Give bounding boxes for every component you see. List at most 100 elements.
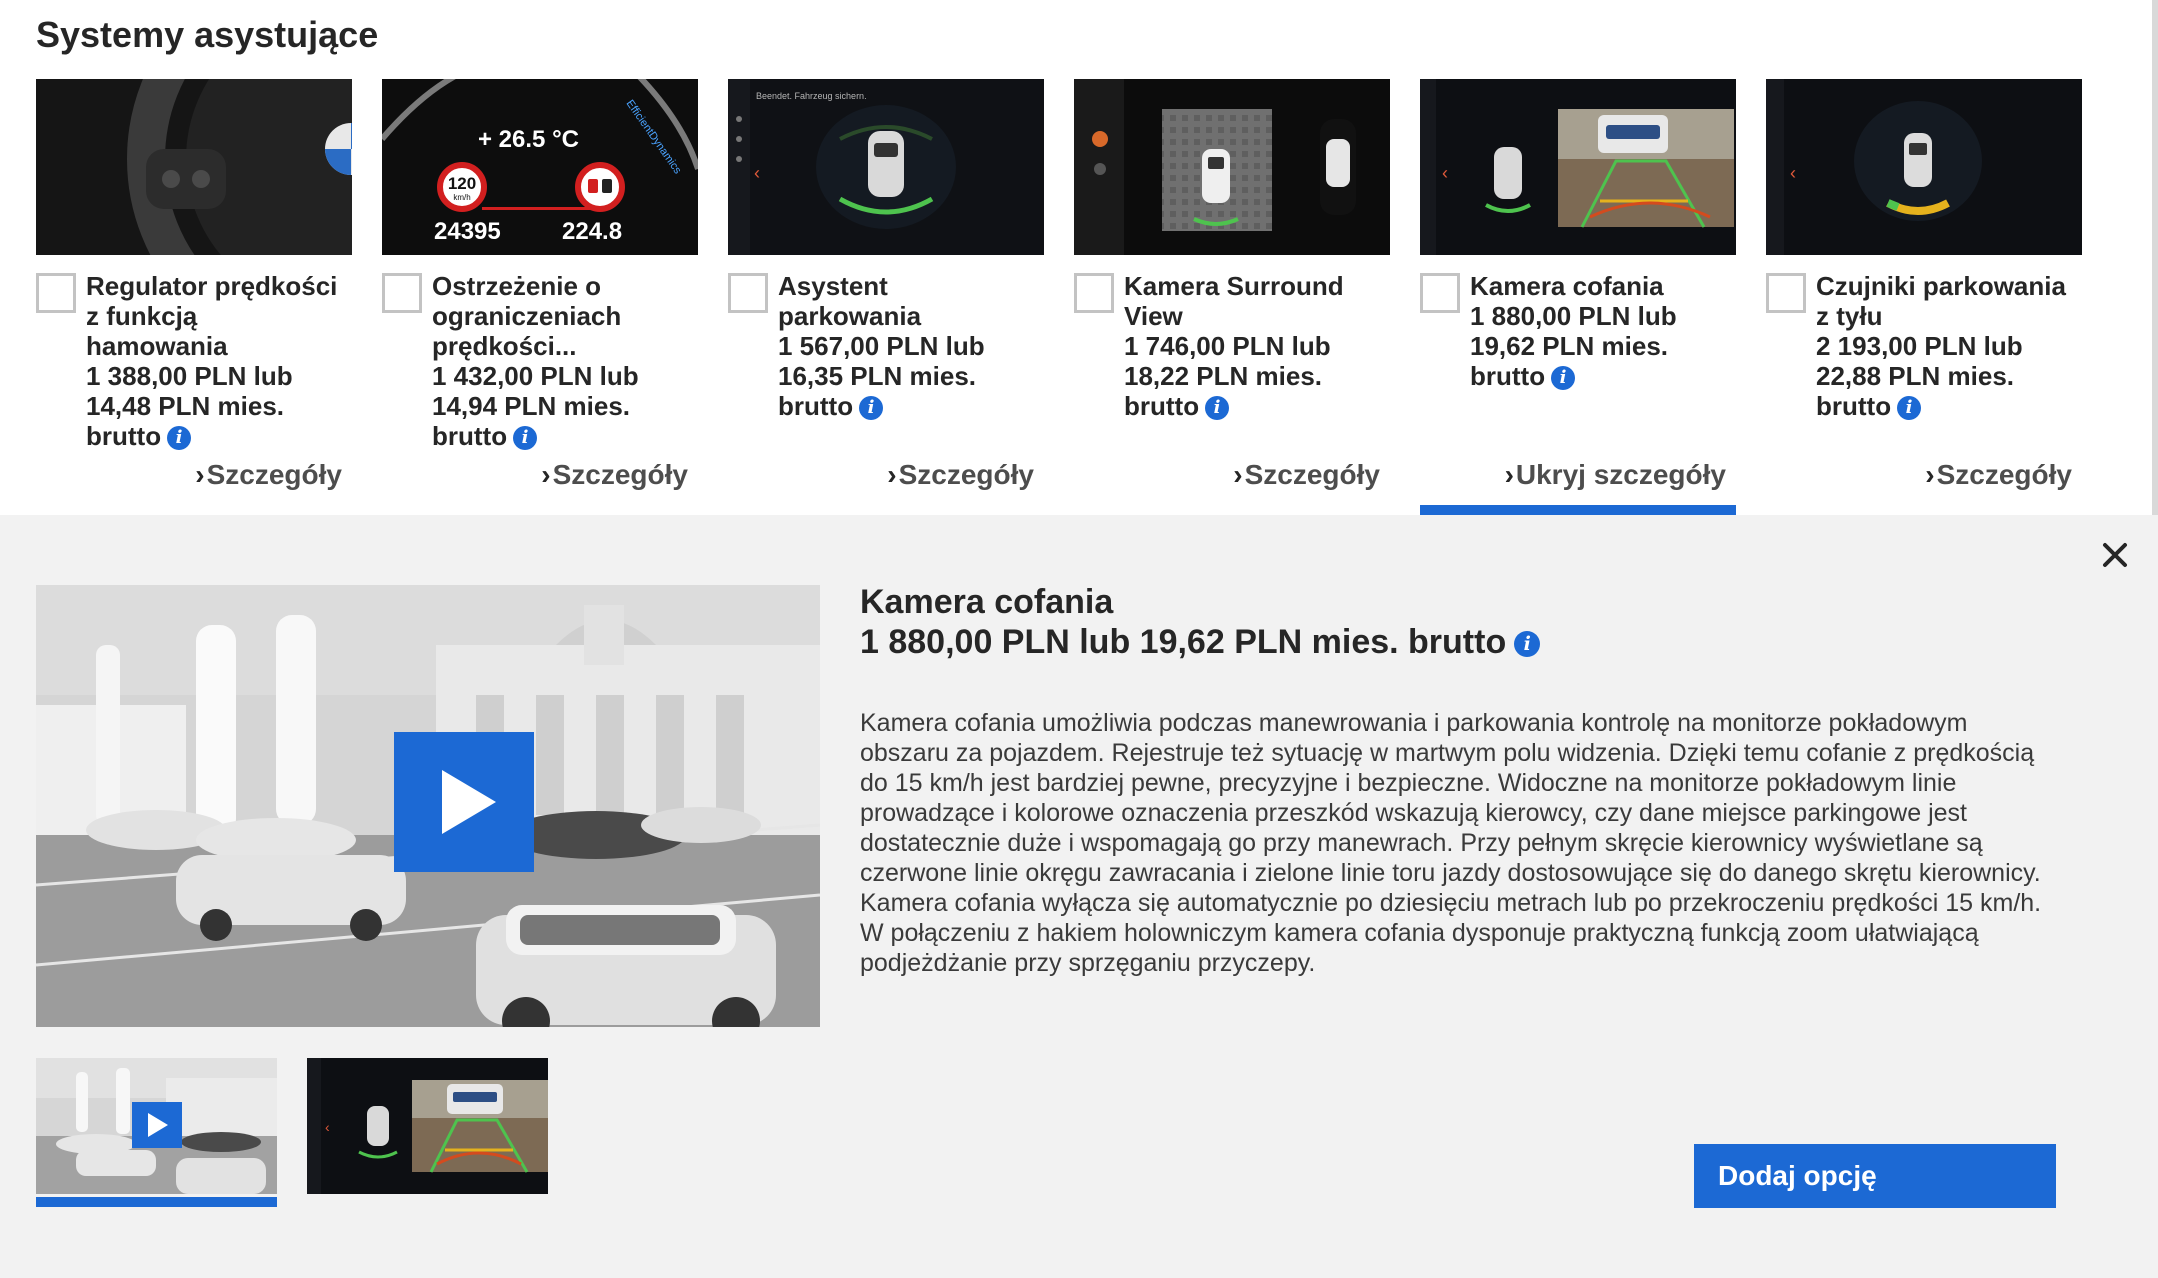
hide-details-link[interactable]: ›Ukryj szczegóły — [1505, 459, 1726, 491]
info-icon[interactable]: i — [1551, 366, 1576, 391]
option-text: Czujniki parkowania z tyłu 2 193,00 PLN … — [1816, 271, 2082, 421]
option-checkbox[interactable] — [1766, 273, 1806, 313]
option-thumbnail[interactable]: ‹ — [1766, 79, 2082, 255]
option-name: Regulator prędkości — [86, 271, 338, 301]
option-thumbnail[interactable] — [1074, 79, 1390, 255]
details-link[interactable]: ›Szczegóły — [195, 459, 342, 491]
option-price: 1 746,00 PLN lub — [1124, 331, 1331, 361]
chevron-right-icon: › — [195, 459, 205, 490]
brutto-label: brutto — [86, 421, 162, 451]
option-name: View — [1124, 301, 1183, 331]
option-name: z funkcją — [86, 301, 198, 331]
close-icon[interactable] — [2097, 537, 2133, 573]
detail-price: 1 880,00 PLN lub 19,62 PLN mies. brutto — [860, 623, 1507, 661]
video-player[interactable] — [36, 585, 820, 1027]
gallery-active-indicator — [36, 1197, 277, 1207]
option-checkbox[interactable] — [36, 273, 76, 313]
gallery-thumbnail-video[interactable] — [36, 1058, 277, 1194]
option-brutto-row: brutto i — [1470, 361, 1736, 391]
svg-text:‹: ‹ — [1442, 163, 1448, 183]
option-thumbnail[interactable]: Beendet. Fahrzeug sichern. ‹ — [728, 79, 1044, 255]
option-price: 1 567,00 PLN lub — [778, 331, 985, 361]
thumb-speed-limit: 120 — [448, 174, 476, 193]
option-name: Asystent — [778, 271, 888, 301]
option-monthly: 14,48 PLN mies. — [86, 391, 284, 421]
details-link-label: Szczegóły — [1244, 459, 1380, 490]
svg-text:‹: ‹ — [754, 163, 760, 183]
svg-text:‹: ‹ — [1790, 163, 1796, 183]
details-link-label: Szczegóły — [552, 459, 688, 490]
option-thumbnail[interactable] — [36, 79, 352, 255]
option-name: z tyłu — [1816, 301, 1883, 331]
brutto-label: brutto — [1816, 391, 1892, 421]
option-brutto-row: brutto i — [86, 421, 352, 451]
option-card: + 26.5 °C 120 km/h 24395 224.8 Efficient… — [382, 79, 698, 515]
brutto-label: brutto — [778, 391, 854, 421]
gallery-thumbnail-image[interactable]: ‹ — [307, 1058, 548, 1194]
option-price: 1 388,00 PLN lub — [86, 361, 293, 391]
thumb-temperature: + 26.5 °C — [478, 126, 579, 153]
option-monthly: 16,35 PLN mies. — [778, 361, 976, 391]
option-name: Kamera Surround — [1124, 271, 1344, 301]
option-monthly: 22,88 PLN mies. — [1816, 361, 2014, 391]
detail-description: Kamera cofania umożliwia podczas manewro… — [860, 709, 2042, 977]
option-name: ograniczeniach — [432, 301, 622, 331]
info-icon[interactable]: i — [1897, 396, 1922, 421]
details-link[interactable]: ›Szczegóły — [887, 459, 1034, 491]
thumb-odometer: 24395 — [434, 218, 501, 245]
option-thumbnail[interactable]: ‹ — [1420, 79, 1736, 255]
details-link[interactable]: ›Szczegóły — [1925, 459, 2072, 491]
option-thumbnail[interactable]: + 26.5 °C 120 km/h 24395 224.8 Efficient… — [382, 79, 698, 255]
option-brutto-row: brutto i — [432, 421, 698, 451]
option-price: 1 432,00 PLN lub — [432, 361, 639, 391]
section-title: Systemy asystujące — [36, 14, 379, 55]
info-icon[interactable]: i — [513, 426, 538, 451]
details-link[interactable]: ›Szczegóły — [541, 459, 688, 491]
svg-text:‹: ‹ — [325, 1119, 330, 1135]
details-link-label: Ukryj szczegóły — [1515, 459, 1726, 490]
details-link-label: Szczegóły — [898, 459, 1034, 490]
info-icon[interactable]: i — [167, 426, 192, 451]
option-brutto-row: brutto i — [778, 391, 1044, 421]
info-icon[interactable]: i — [1205, 396, 1230, 421]
option-name: hamowania — [86, 331, 228, 361]
chevron-right-icon: › — [1925, 459, 1935, 490]
option-card: ‹ Czujniki parkowania z tyłu 2 193,00 PL… — [1766, 79, 2082, 515]
option-checkbox[interactable] — [1074, 273, 1114, 313]
chevron-right-icon: › — [887, 459, 897, 490]
option-checkbox[interactable] — [728, 273, 768, 313]
option-name: Ostrzeżenie o — [432, 271, 602, 301]
option-name: parkowania — [778, 301, 922, 331]
details-link[interactable]: ›Szczegóły — [1233, 459, 1380, 491]
option-text: Kamera Surround View 1 746,00 PLN lub 18… — [1124, 271, 1390, 421]
option-monthly: 19,62 PLN mies. — [1470, 331, 1668, 361]
option-card: Regulator prędkości z funkcją hamowania … — [36, 79, 352, 515]
brutto-label: brutto — [432, 421, 508, 451]
brutto-label: brutto — [1124, 391, 1200, 421]
chevron-right-icon: › — [541, 459, 551, 490]
play-button[interactable] — [394, 732, 534, 872]
option-name: Kamera cofania — [1470, 271, 1664, 301]
detail-price-row: 1 880,00 PLN lub 19,62 PLN mies. brutto i — [860, 622, 1541, 662]
option-name: prędkości... — [432, 331, 577, 361]
info-icon[interactable]: i — [1514, 631, 1541, 658]
option-brutto-row: brutto i — [1124, 391, 1390, 421]
option-checkbox[interactable] — [1420, 273, 1460, 313]
thumb-speed-unit: km/h — [453, 193, 470, 202]
add-option-button[interactable]: Dodaj opcję — [1694, 1144, 2056, 1208]
option-monthly: 14,94 PLN mies. — [432, 391, 630, 421]
option-price: 1 880,00 PLN lub — [1470, 301, 1677, 331]
option-card: Beendet. Fahrzeug sichern. ‹ Asystent pa… — [728, 79, 1044, 515]
option-card: Kamera Surround View 1 746,00 PLN lub 18… — [1074, 79, 1390, 515]
brutto-label: brutto — [1470, 361, 1546, 391]
thumb-status-text: Beendet. Fahrzeug sichern. — [756, 91, 867, 101]
option-monthly: 18,22 PLN mies. — [1124, 361, 1322, 391]
info-icon[interactable]: i — [859, 396, 884, 421]
option-text: Asystent parkowania 1 567,00 PLN lub 16,… — [778, 271, 1044, 421]
chevron-right-icon: › — [1233, 459, 1243, 490]
option-checkbox[interactable] — [382, 273, 422, 313]
detail-title: Kamera cofania — [860, 583, 1114, 621]
option-text: Regulator prędkości z funkcją hamowania … — [86, 271, 352, 451]
thumb-trip: 224.8 — [562, 218, 622, 245]
option-text: Kamera cofania 1 880,00 PLN lub 19,62 PL… — [1470, 271, 1736, 391]
